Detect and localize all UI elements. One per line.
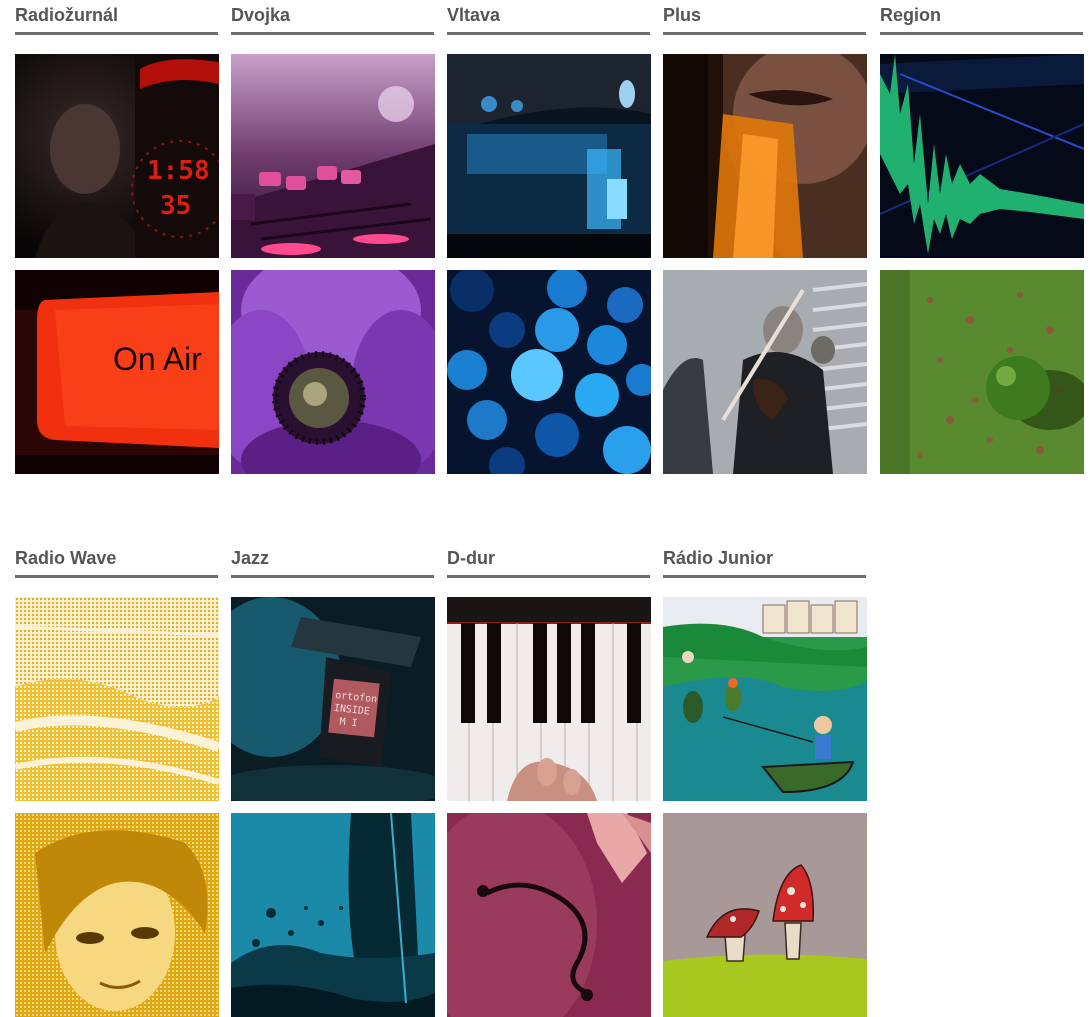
teal-ink-image[interactable] [231, 813, 435, 1017]
station-title-region[interactable]: Region [880, 0, 1083, 35]
station-title-vltava[interactable]: Vltava [447, 0, 650, 35]
svg-text:1:58: 1:58 [147, 156, 210, 186]
illustration-mushrooms-image[interactable] [663, 813, 867, 1017]
blue-bokeh-image[interactable] [447, 270, 651, 474]
station-dvojka: Dvojka [231, 0, 435, 474]
violin-body-image[interactable] [447, 813, 651, 1017]
station-jazz: Jazz ortofon INSIDE M I [231, 543, 435, 1017]
station-d-dur: D-dur [447, 543, 651, 1017]
station-title-radio-wave[interactable]: Radio Wave [15, 543, 218, 578]
green-ball-image[interactable] [880, 270, 1084, 474]
station-radio-junior: Rádio Junior [663, 543, 867, 1017]
yellow-pattern-image[interactable] [15, 597, 219, 801]
cartridge-variant-text: M I [339, 717, 358, 730]
station-title-jazz[interactable]: Jazz [231, 543, 434, 578]
svg-text:35: 35 [160, 191, 191, 221]
station-radiozurnal: Radiožurnál 1:58 35 On Air [15, 0, 219, 474]
station-title-d-dur[interactable]: D-dur [447, 543, 650, 578]
on-air-sign-image[interactable]: On Air [15, 270, 219, 474]
station-radio-wave: Radio Wave [15, 543, 219, 1017]
record-cartridge-image[interactable]: ortofon INSIDE M I [231, 597, 435, 801]
illustration-fishing-image[interactable] [663, 597, 867, 801]
station-title-radiozurnal[interactable]: Radiožurnál [15, 0, 218, 35]
face-orange-light-image[interactable] [663, 54, 867, 258]
station-title-plus[interactable]: Plus [663, 0, 866, 35]
piano-keys-image[interactable] [447, 597, 651, 801]
station-plus: Plus [663, 0, 867, 474]
radiozurnal-studio-clock-image[interactable]: 1:58 35 [15, 54, 219, 258]
violinist-stairs-image[interactable] [663, 270, 867, 474]
station-region: Region [880, 0, 1084, 474]
turntable-blue-image[interactable] [447, 54, 651, 258]
waveform-image[interactable] [880, 54, 1084, 258]
yellow-portrait-image[interactable] [15, 813, 219, 1017]
on-air-text: On Air [113, 341, 202, 377]
station-title-dvojka[interactable]: Dvojka [231, 0, 434, 35]
mixing-console-image[interactable] [231, 54, 435, 258]
station-title-radio-junior[interactable]: Rádio Junior [663, 543, 866, 578]
purple-flower-image[interactable] [231, 270, 435, 474]
station-vltava: Vltava [447, 0, 651, 474]
